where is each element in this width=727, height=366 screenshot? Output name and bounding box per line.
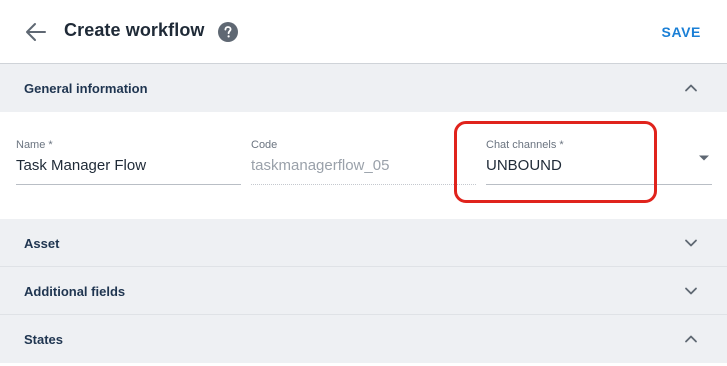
- back-arrow-icon[interactable]: [24, 21, 48, 43]
- section-asset[interactable]: Asset: [0, 219, 727, 267]
- dropdown-arrow-icon[interactable]: [698, 154, 710, 162]
- page-title: Create workflow: [64, 20, 205, 40]
- code-field-underline: [251, 184, 476, 185]
- save-button[interactable]: SAVE: [662, 24, 702, 40]
- app-header: Create workflow SAVE: [0, 0, 727, 64]
- chevron-down-icon[interactable]: [684, 284, 698, 298]
- general-information-form: Name * Task Manager Flow Code taskmanage…: [0, 112, 727, 219]
- chevron-up-icon[interactable]: [684, 332, 698, 346]
- section-states[interactable]: States: [0, 315, 727, 363]
- code-field-value: taskmanagerflow_05: [251, 157, 390, 174]
- section-additional-fields[interactable]: Additional fields: [0, 267, 727, 315]
- name-field-value[interactable]: Task Manager Flow: [16, 157, 146, 174]
- chevron-down-icon[interactable]: [684, 236, 698, 250]
- code-field-label: Code: [251, 139, 278, 151]
- section-label: General information: [24, 81, 148, 96]
- section-general-information[interactable]: General information: [0, 64, 727, 112]
- section-label: States: [24, 332, 64, 347]
- section-label: Additional fields: [24, 284, 126, 299]
- section-label: Asset: [24, 236, 60, 251]
- chat-channels-label: Chat channels *: [486, 139, 564, 151]
- name-field-underline: [16, 184, 241, 185]
- name-field-label: Name *: [16, 139, 53, 151]
- chevron-up-icon[interactable]: [684, 81, 698, 95]
- chat-channels-underline: [486, 184, 712, 185]
- help-icon[interactable]: [218, 22, 238, 42]
- chat-channels-value[interactable]: UNBOUND: [486, 157, 562, 174]
